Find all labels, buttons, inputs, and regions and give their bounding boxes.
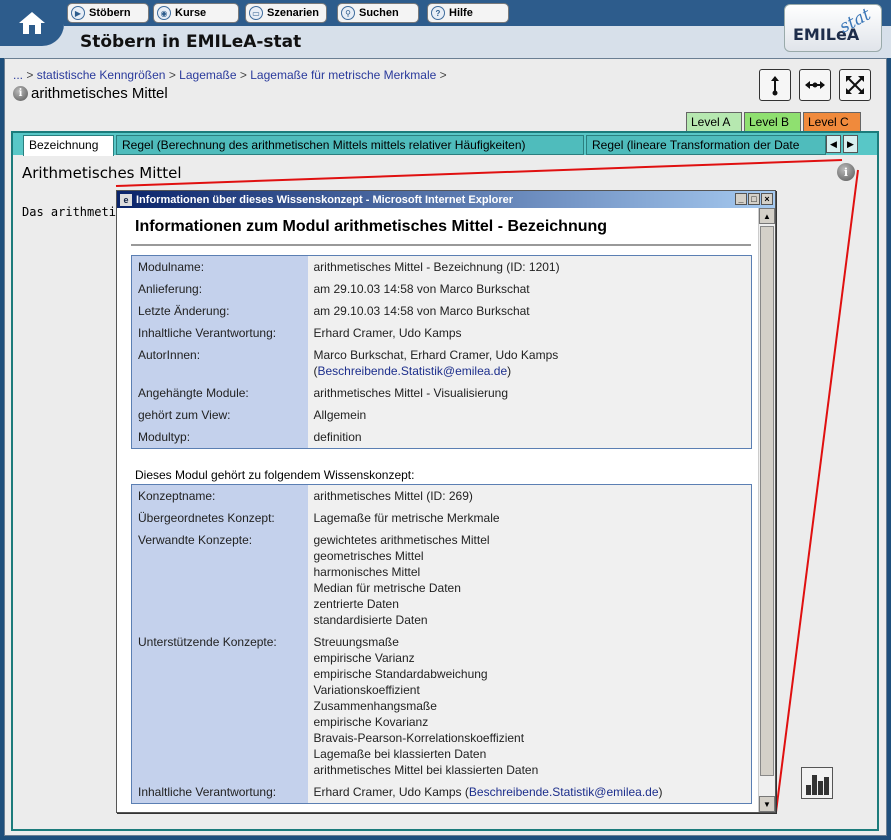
list-item: Bravais-Pearson-Korrelationskoeffizient — [313, 731, 525, 745]
question-icon: ? — [431, 6, 445, 20]
breadcrumb-link-lagemasse[interactable]: Lagemaße — [179, 68, 236, 82]
tab-regel-haeufigkeiten[interactable]: Regel (Berechnung des arithmetischen Mit… — [116, 135, 584, 155]
breadcrumb-link-statistische-kenngroessen[interactable]: statistische Kenngrößen — [37, 68, 166, 82]
scroll-down-icon[interactable]: ▼ — [759, 796, 775, 812]
list-item: gewichtetes arithmetisches Mittel — [313, 533, 490, 547]
info-icon: i — [837, 163, 855, 181]
nav-button-szenarien[interactable]: ▭ Szenarien — [245, 3, 327, 23]
list-item: standardisierte Daten — [313, 613, 428, 627]
breadcrumb-link-ellipsis[interactable]: ... — [13, 68, 23, 82]
module-info-button[interactable]: i — [837, 163, 857, 183]
scroll-up-icon[interactable]: ▲ — [759, 208, 775, 224]
table-row: AutorInnen: Marco Burkschat, Erhard Crame… — [131, 344, 752, 382]
content-title: Arithmetisches Mittel — [22, 164, 182, 182]
concept-heading: i arithmetisches Mittel — [13, 85, 168, 102]
tab-regel-transformation[interactable]: Regel (lineare Transformation der Date — [586, 135, 826, 155]
scroll-thumb[interactable] — [760, 226, 774, 776]
expand-arrows-icon — [846, 76, 864, 94]
level-tab-c[interactable]: Level C — [803, 112, 861, 131]
list-item: empirische Kovarianz — [313, 715, 429, 729]
list-item: empirische Varianz — [313, 651, 415, 665]
concept-section-label: Dieses Modul gehört zu folgendem Wissens… — [135, 468, 415, 482]
table-row: Verwandte Konzepte: gewichtetes arithmet… — [131, 529, 752, 631]
nav-button-hilfe[interactable]: ? Hilfe — [427, 3, 509, 23]
nav-bar: ▶ Stöbern ◉ Kurse ▭ Szenarien ⚲ Suchen ? Hilf… — [64, 0, 891, 26]
table-row: Letzte Änderung: am 29.10.03 14:58 von Ma… — [131, 300, 752, 322]
window-controls: _ □ × — [735, 193, 773, 205]
info-icon[interactable]: i — [13, 86, 28, 101]
table-row: Modulname: arithmetisches Mittel - Bezeic… — [131, 255, 752, 278]
module-info-table: Modulname: arithmetisches Mittel - Bezeic… — [131, 255, 752, 449]
monitor-icon: ▭ — [249, 6, 263, 20]
tab-scroll-right-icon[interactable]: ▶ — [843, 135, 858, 153]
list-item: Lagemaße bei klassierten Daten — [313, 747, 487, 761]
vertical-nav-button[interactable] — [759, 69, 791, 101]
tab-scroll-left-icon[interactable]: ◀ — [826, 135, 841, 153]
table-row: Angehängte Module: arithmetisches Mittel … — [131, 382, 752, 404]
home-icon — [19, 12, 45, 34]
email-link[interactable]: Beschreibende.Statistik@emilea.de — [469, 785, 659, 799]
tab-bezeichnung[interactable]: Bezeichnung — [23, 135, 114, 156]
table-row: Inhaltliche Verantwortung: Erhard Cramer,… — [131, 322, 752, 344]
email-link[interactable]: Beschreibende.Statistik@emilea.de — [318, 364, 508, 378]
list-item: arithmetisches Mittel bei klassierten Da… — [313, 763, 539, 777]
browser-icon: e — [120, 193, 132, 206]
list-item: Variationskoeffizient — [313, 683, 420, 697]
concept-title: arithmetisches Mittel — [31, 85, 168, 102]
list-item: Zusammenhangsmaße — [313, 699, 437, 713]
content-text: Das arithmetis — [22, 205, 124, 219]
table-row: Anlieferung: am 29.10.03 14:58 von Marco … — [131, 278, 752, 300]
eye-icon: ◉ — [157, 6, 171, 20]
breadcrumb: ... > statistische Kenngrößen > Lagemaße… — [13, 68, 447, 82]
page-title: Stöbern in EMILeA-stat — [80, 32, 302, 52]
table-row: Übergeordnetes Konzept: Lagemaße für metr… — [131, 507, 752, 529]
level-tab-b[interactable]: Level B — [744, 112, 801, 131]
info-popup-window: e Informationen über dieses Wissenskonze… — [116, 190, 776, 813]
table-row: gehört zum View: Allgemein — [131, 404, 752, 426]
horizontal-nav-button[interactable] — [799, 69, 831, 101]
popup-body: Informationen zum Modul arithmetisches M… — [117, 208, 758, 812]
table-row: Inhaltliche Verantwortung: Erhard Cramer… — [131, 781, 752, 804]
list-item: Streuungsmaße — [313, 635, 399, 649]
nav-button-kurse[interactable]: ◉ Kurse — [153, 3, 239, 23]
breadcrumb-link-lagemasse-metrisch[interactable]: Lagemaße für metrische Merkmale — [250, 68, 436, 82]
home-button[interactable] — [0, 0, 64, 46]
list-item: Median für metrische Daten — [313, 581, 461, 595]
list-item: empirische Standardabweichung — [313, 667, 488, 681]
close-icon[interactable]: × — [761, 193, 773, 205]
table-row: Unterstützende Konzepte: Streuungsmaße e… — [131, 631, 752, 781]
level-tab-a[interactable]: Level A — [686, 112, 742, 131]
concept-info-table: Konzeptname: arithmetisches Mittel (ID: 2… — [131, 484, 752, 804]
list-item: zentrierte Daten — [313, 597, 399, 611]
magnifier-icon: ⚲ — [341, 6, 355, 20]
visualization-button[interactable] — [801, 767, 833, 799]
nav-button-suchen[interactable]: ⚲ Suchen — [337, 3, 419, 23]
tab-bar: Bezeichnung Regel (Berechnung des arithm… — [13, 133, 877, 156]
table-row: Konzeptname: arithmetisches Mittel (ID: 2… — [131, 484, 752, 507]
list-item: harmonisches Mittel — [313, 565, 421, 579]
emilea-logo[interactable]: EMILeA stat — [784, 4, 882, 52]
nav-button-stoebern[interactable]: ▶ Stöbern — [67, 3, 149, 23]
header: ▶ Stöbern ◉ Kurse ▭ Szenarien ⚲ Suchen ? Hilf… — [0, 0, 891, 58]
popup-heading: Informationen zum Modul arithmetisches M… — [135, 218, 608, 235]
minimize-icon[interactable]: _ — [735, 193, 747, 205]
bar-chart-icon — [805, 775, 829, 795]
divider — [131, 244, 751, 246]
popup-titlebar[interactable]: e Informationen über dieses Wissenskonze… — [117, 191, 775, 208]
list-item: geometrisches Mittel — [313, 549, 424, 563]
horizontal-arrows-icon — [805, 81, 825, 89]
play-icon: ▶ — [71, 6, 85, 20]
popup-scrollbar[interactable]: ▲ ▼ — [758, 208, 775, 812]
vertical-arrows-icon — [771, 76, 779, 96]
maximize-icon[interactable]: □ — [748, 193, 760, 205]
expand-button[interactable] — [839, 69, 871, 101]
table-row: Modultyp: definition — [131, 426, 752, 449]
